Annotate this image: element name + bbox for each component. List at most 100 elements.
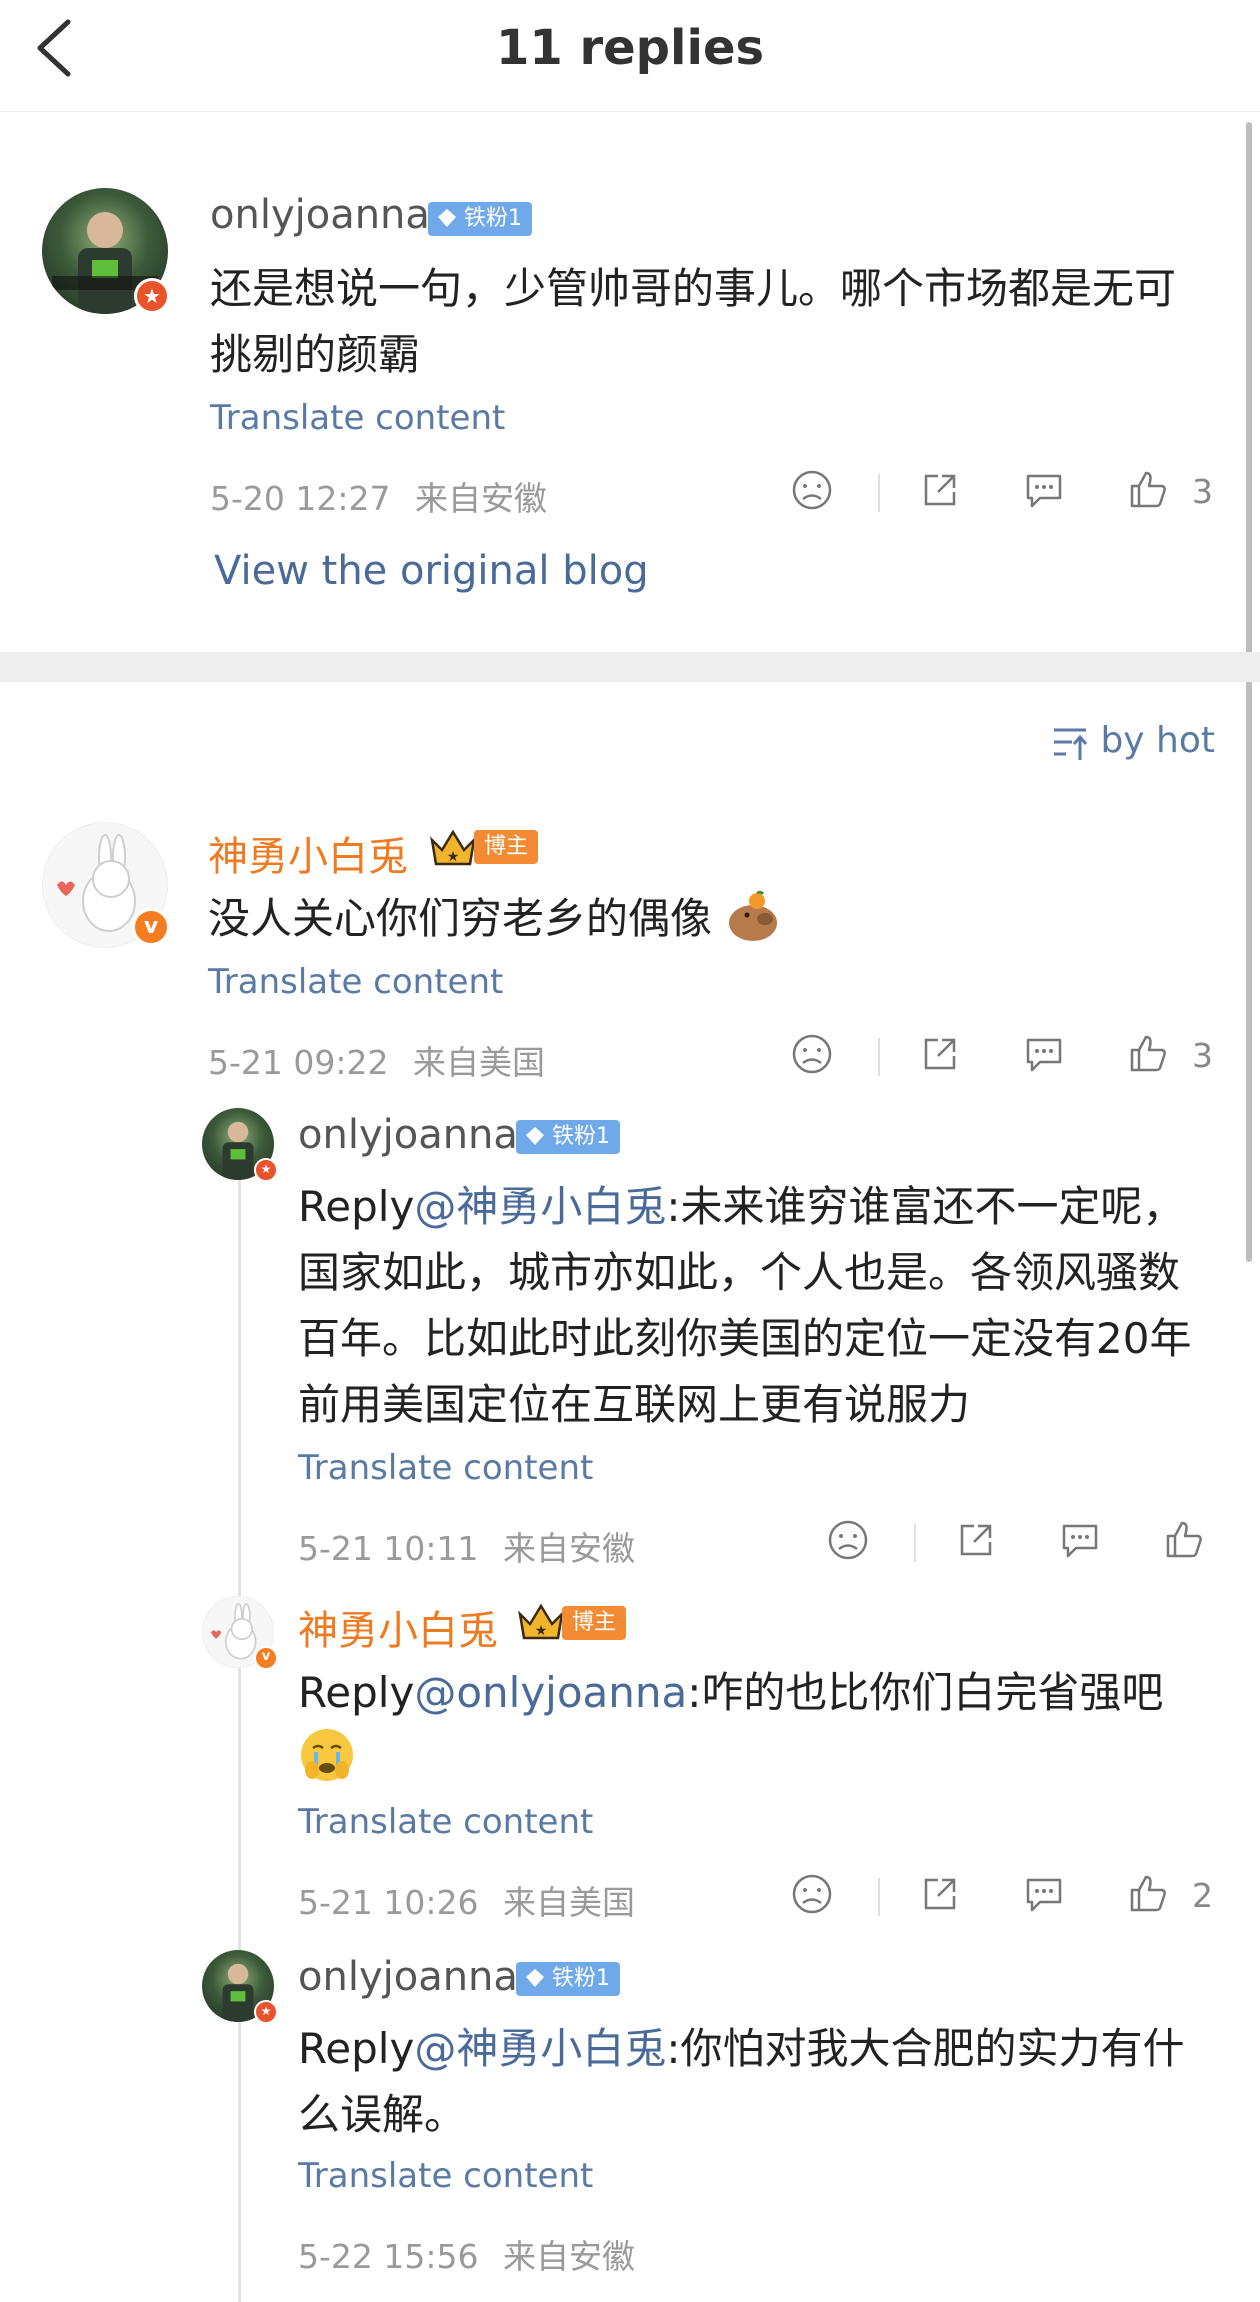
fan-badge-label: 铁粉1 — [552, 1966, 610, 1991]
comment-meta: 5-20 12:27 来自安徽 — [210, 472, 547, 520]
translate-link[interactable]: Translate content — [208, 962, 503, 1002]
sort-label: by hot — [1100, 720, 1215, 761]
comment-username[interactable]: onlyjoanna — [210, 192, 430, 238]
crown-icon: ★ — [516, 1600, 566, 1644]
translate-link[interactable]: Translate content — [298, 2156, 593, 2196]
reply-text-content: :咋的也比你们白完省强吧 — [687, 1668, 1164, 1717]
verified-badge-icon: v — [254, 1646, 278, 1670]
verified-badge-icon: ★ — [254, 2000, 278, 2024]
share-button[interactable] — [918, 1032, 966, 1082]
share-icon — [924, 1038, 956, 1070]
reply-actions: 3 — [790, 1032, 1220, 1082]
timestamp: 5-21 10:26 — [298, 1883, 479, 1922]
like-count: 2 — [1192, 1876, 1213, 1915]
sort-by-hot-button[interactable]: by hot — [1050, 720, 1215, 770]
verified-badge-icon: ★ — [254, 1158, 278, 1182]
mention-link[interactable]: @onlyjoanna — [414, 1668, 687, 1717]
translate-link[interactable]: Translate content — [298, 1448, 593, 1488]
reply-username[interactable]: onlyjoanna — [298, 1954, 518, 2000]
frown-icon — [828, 1520, 868, 1560]
reply-meta: 5-21 09:22 来自美国 — [208, 1036, 545, 1084]
share-icon — [924, 474, 956, 506]
avatar[interactable]: v — [42, 822, 170, 948]
dislike-button[interactable] — [826, 1518, 874, 1568]
mention-link[interactable]: @神勇小白兎 — [414, 2024, 666, 2073]
location: 来自美国 — [413, 1043, 545, 1082]
reply-meta: 5-21 10:11 来自安徽 — [298, 1522, 635, 1570]
like-button[interactable] — [1126, 468, 1174, 518]
reply-username[interactable]: 神勇小白兎 — [208, 824, 408, 882]
reply-actions: 2 — [790, 1872, 1220, 1922]
location: 来自安徽 — [503, 2237, 635, 2276]
comment-icon — [1026, 1038, 1062, 1072]
comment-text: 还是想说一句，少管帅哥的事儿。哪个市场都是无可挑剔的颜霸 — [210, 264, 1177, 379]
thumbs-up-icon — [1166, 1521, 1202, 1558]
page-title: 11 replies — [495, 20, 765, 76]
translate-link[interactable]: Translate content — [298, 1802, 593, 1842]
share-button[interactable] — [918, 1872, 966, 1922]
location: 来自安徽 — [415, 479, 547, 518]
avatar[interactable]: v — [202, 1596, 278, 1670]
diamond-icon — [438, 209, 456, 227]
divider — [878, 1038, 880, 1076]
dislike-button[interactable] — [790, 1032, 838, 1082]
fan-badge-label: 铁粉1 — [464, 206, 522, 231]
verified-badge-icon: v — [132, 908, 170, 946]
capybara-emoji-icon — [729, 890, 778, 941]
like-button[interactable] — [1162, 1518, 1210, 1568]
comment-actions: 3 — [790, 468, 1220, 518]
reply-text: Reply@神勇小白兎:未来谁穷谁富还不一定呢，国家如此，城市亦如此，个人也是。… — [298, 1174, 1218, 1438]
fan-badge-label: 铁粉1 — [552, 1124, 610, 1149]
diamond-icon — [526, 1127, 544, 1145]
fan-badge: 铁粉1 — [428, 202, 532, 236]
svg-text:★: ★ — [535, 1623, 548, 1639]
scrollbar[interactable] — [1246, 122, 1252, 1262]
crown-icon: ★ — [428, 826, 478, 870]
like-button[interactable] — [1126, 1872, 1174, 1922]
svg-text:★: ★ — [447, 849, 460, 865]
thumbs-up-icon — [1130, 471, 1166, 508]
share-icon — [960, 1524, 992, 1556]
reply-text-content: 没人关心你们穷老乡的偶像 — [208, 894, 713, 943]
share-button[interactable] — [954, 1518, 1002, 1568]
comment-button[interactable] — [1058, 1518, 1106, 1568]
reply-actions — [826, 1518, 1226, 1568]
reply-username[interactable]: 神勇小白兎 — [298, 1598, 498, 1656]
reply-prefix: Reply — [298, 1182, 415, 1231]
location: 来自安徽 — [503, 1529, 635, 1568]
like-count: 3 — [1192, 1036, 1213, 1075]
timestamp: 5-20 12:27 — [210, 479, 391, 518]
avatar[interactable]: ★ — [42, 188, 170, 314]
thumbs-up-icon — [1130, 1035, 1166, 1072]
frown-icon — [792, 1034, 832, 1074]
location: 来自美国 — [503, 1883, 635, 1922]
avatar[interactable]: ★ — [202, 1950, 278, 2024]
blogger-badge: 博主 — [474, 830, 539, 864]
verified-badge-icon: ★ — [134, 278, 170, 314]
like-button[interactable] — [1126, 1032, 1174, 1082]
like-count: 3 — [1192, 472, 1213, 511]
reply-prefix: Reply — [298, 2024, 415, 2073]
reply-text: 没人关心你们穷老乡的偶像 — [208, 886, 1208, 952]
top-bar: 11 replies — [0, 0, 1260, 112]
dislike-button[interactable] — [790, 1872, 838, 1922]
timestamp: 5-21 10:11 — [298, 1529, 479, 1568]
reply-username[interactable]: onlyjoanna — [298, 1112, 518, 1158]
frown-icon — [792, 1874, 832, 1914]
divider — [914, 1524, 916, 1562]
comment-button[interactable] — [1022, 468, 1070, 518]
sort-icon — [1054, 728, 1088, 760]
divider — [878, 474, 880, 512]
section-divider — [0, 652, 1260, 682]
blogger-badge: 博主 — [562, 1606, 627, 1640]
translate-link[interactable]: Translate content — [210, 398, 505, 438]
comment-button[interactable] — [1022, 1872, 1070, 1922]
dislike-button[interactable] — [790, 468, 838, 518]
thread-line — [238, 1160, 241, 2302]
mention-link[interactable]: @神勇小白兎 — [414, 1182, 666, 1231]
avatar[interactable]: ★ — [202, 1108, 278, 1182]
view-original-blog-link[interactable]: View the original blog — [214, 548, 649, 594]
comment-button[interactable] — [1022, 1032, 1070, 1082]
thumbs-up-icon — [1130, 1875, 1166, 1912]
share-button[interactable] — [918, 468, 966, 518]
